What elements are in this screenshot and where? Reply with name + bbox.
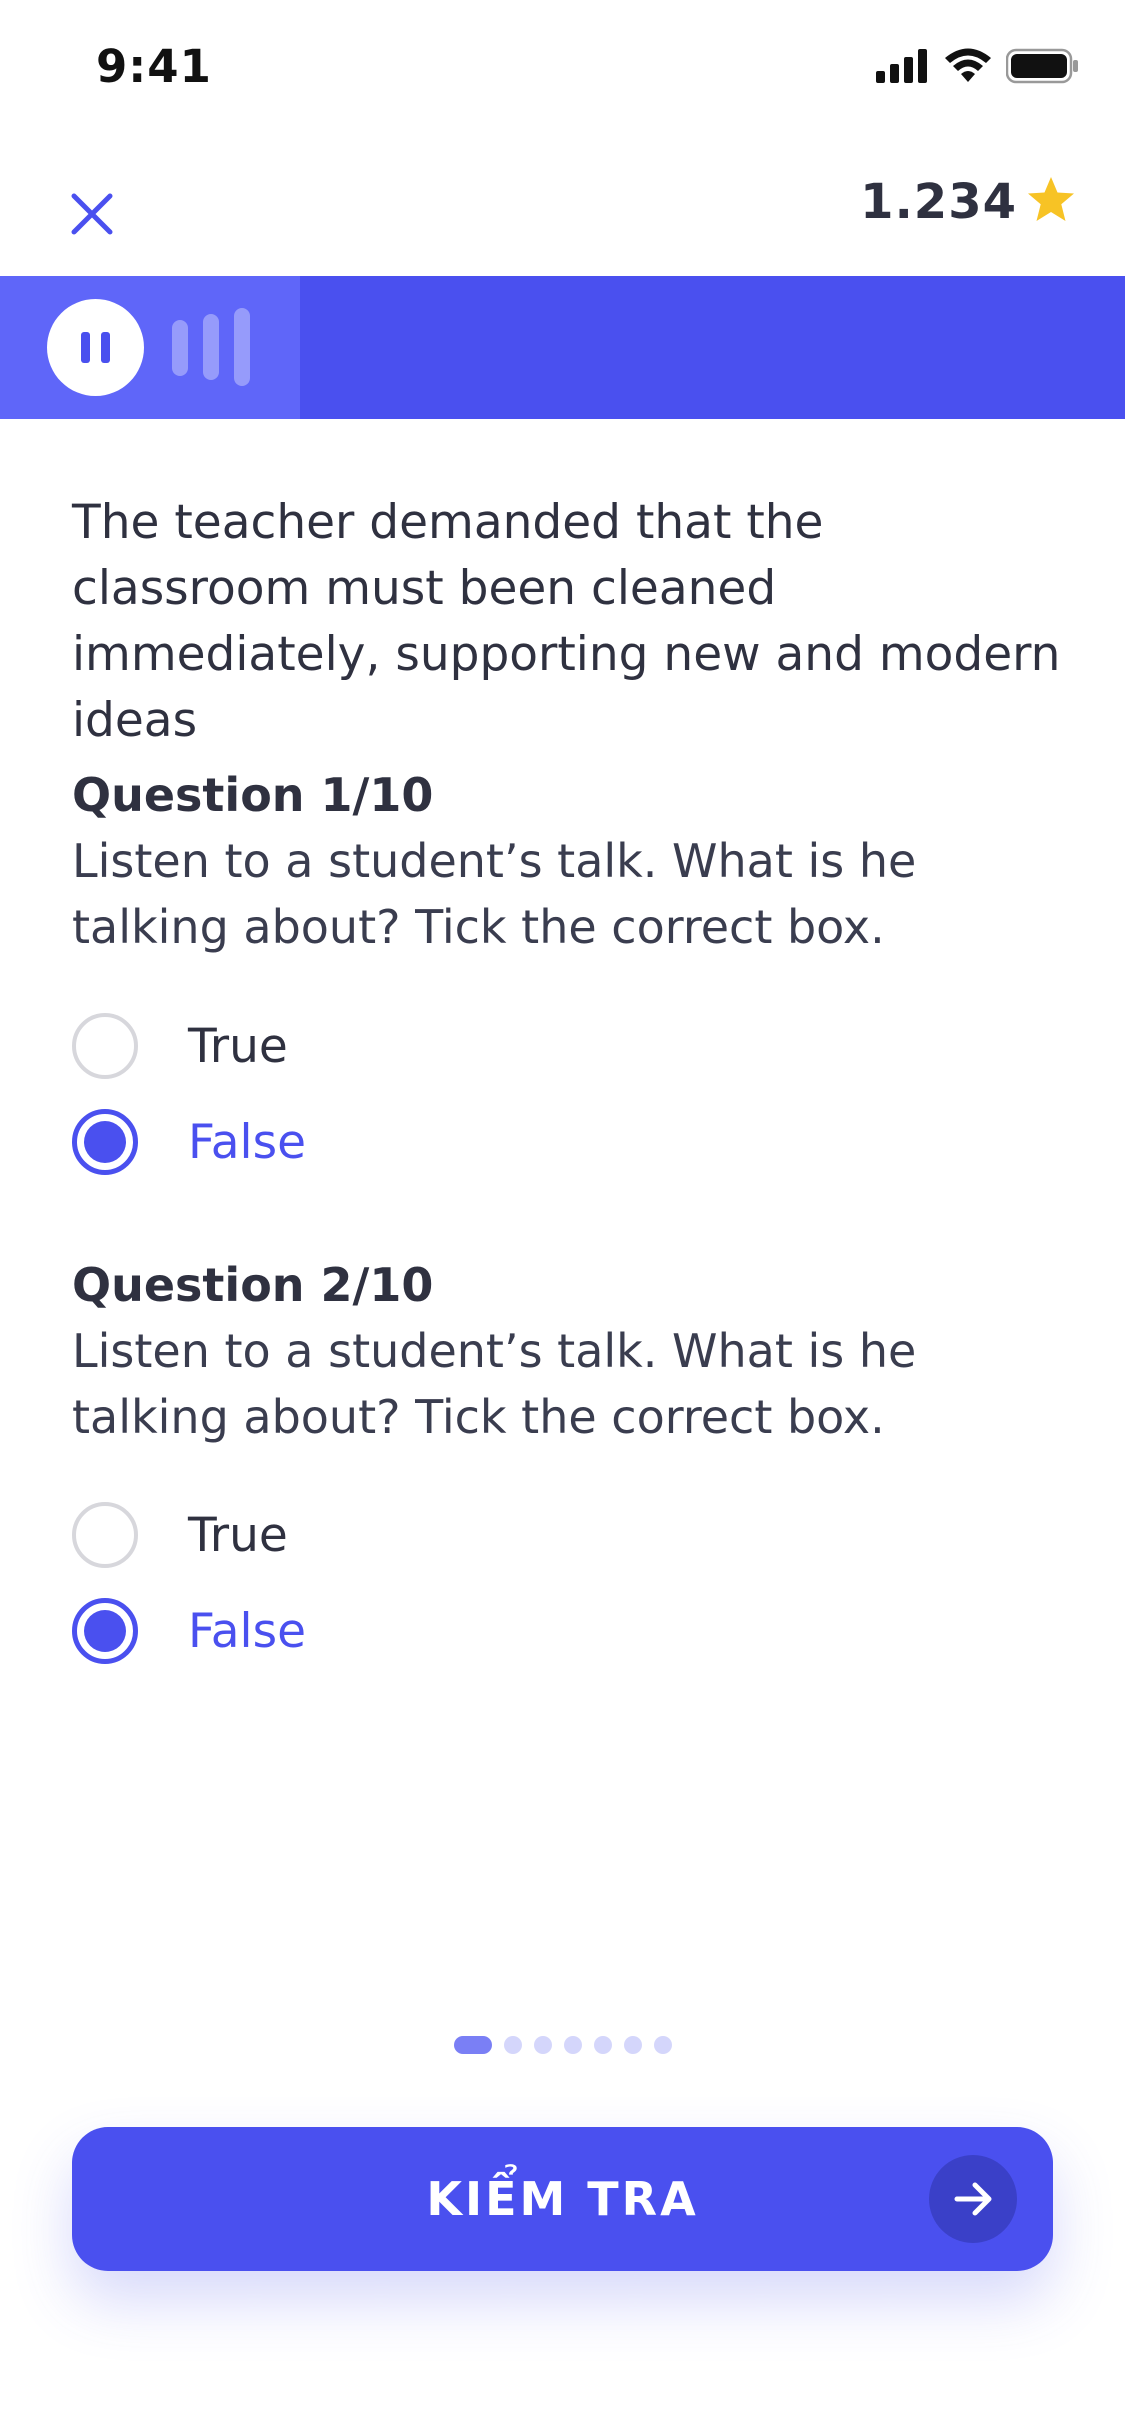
option-label: True xyxy=(188,1018,288,1074)
question-title: Question 2/10 xyxy=(72,1258,434,1312)
score-display: 1.234 xyxy=(860,174,1077,230)
option-label: False xyxy=(188,1603,306,1659)
close-icon xyxy=(66,193,118,244)
page-dot xyxy=(653,2036,672,2054)
radio-unselected[interactable] xyxy=(72,1013,138,1079)
wifi-icon xyxy=(944,48,992,88)
next-arrow-button[interactable] xyxy=(929,2155,1017,2243)
page-dot xyxy=(593,2036,612,2054)
q2-option-true[interactable]: True xyxy=(72,1499,288,1571)
star-icon xyxy=(1025,175,1077,229)
battery-icon xyxy=(1005,48,1080,88)
check-button[interactable]: KIỂM TRA xyxy=(72,2127,1053,2271)
question-1: Question 1/10 Listen to a student’s talk… xyxy=(72,762,1062,960)
radio-selected[interactable] xyxy=(72,1598,138,1664)
check-button-label: KIỂM TRA xyxy=(426,2172,699,2226)
page-indicator xyxy=(0,2036,1125,2054)
arrow-right-icon xyxy=(929,2182,1017,2247)
radio-selected[interactable] xyxy=(72,1109,138,1175)
pause-button[interactable] xyxy=(47,299,144,396)
question-text: Listen to a student’s talk. What is he t… xyxy=(72,1324,917,1444)
status-icons xyxy=(876,48,1080,88)
passage-text: The teacher demanded that the classroom … xyxy=(72,495,1061,748)
option-label: True xyxy=(188,1507,288,1563)
option-label: False xyxy=(188,1114,306,1170)
radio-unselected[interactable] xyxy=(72,1502,138,1568)
page-dot-active xyxy=(453,2036,492,2054)
status-time: 9:41 xyxy=(96,40,212,93)
q1-option-true[interactable]: True xyxy=(72,1010,288,1082)
signal-icon xyxy=(876,49,930,87)
status-bar: 9:41 xyxy=(0,0,1125,132)
question-2: Question 2/10 Listen to a student’s talk… xyxy=(72,1252,1062,1450)
audio-player[interactable] xyxy=(0,276,1125,419)
score-value: 1.234 xyxy=(860,174,1017,230)
close-button[interactable] xyxy=(66,188,118,240)
question-text: Listen to a student’s talk. What is he t… xyxy=(72,834,917,954)
page-dot xyxy=(623,2036,642,2054)
page-dot xyxy=(533,2036,552,2054)
q1-option-false[interactable]: False xyxy=(72,1106,306,1178)
audio-progress xyxy=(0,276,300,419)
q2-option-false[interactable]: False xyxy=(72,1595,306,1667)
page-dot xyxy=(503,2036,522,2054)
page-dot xyxy=(563,2036,582,2054)
question-title: Question 1/10 xyxy=(72,768,434,822)
